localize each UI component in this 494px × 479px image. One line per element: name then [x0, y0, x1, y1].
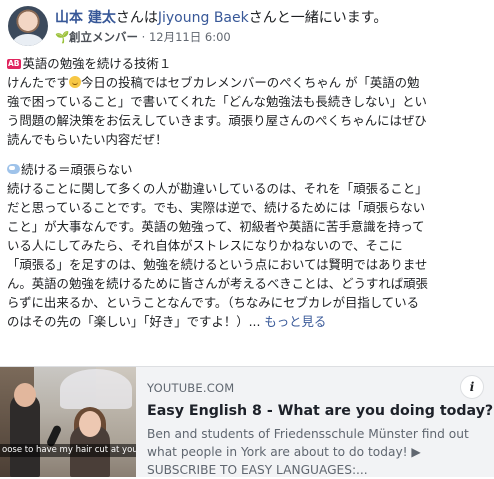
post-meta: 🌱創立メンバー · 12月11日 6:00	[55, 30, 231, 44]
umbrella-shape	[60, 369, 132, 409]
post-line-text: 「頑張る」を足すのは、勉強を続けるという点においては賢明ではありませ	[7, 257, 428, 272]
tagged-user-link[interactable]: Jiyoung Baek	[158, 10, 249, 26]
post-line-text: こと」が大事なんです。英語の勉強って、初級者や英語に苦手意識を持って	[7, 219, 425, 234]
post-line: 「頑張る」を足すのは、勉強を続けるという点においては賢明ではありませ	[7, 255, 489, 274]
post-line: 続けることに関して多くの人が勘違いしているのは、それを「頑張ること」	[7, 179, 489, 198]
smiling-face-icon	[68, 76, 81, 88]
post-line: う問題の解決策をお伝えしていきます。頑張り屋さんのぺくちゃんにはぜひ	[7, 111, 489, 130]
speech-bubble-icon	[7, 164, 20, 174]
post-line: AB 英語の勉強を続ける技術１	[7, 54, 489, 73]
post-line: こと」が大事なんです。英語の勉強って、初級者や英語に苦手意識を持って	[7, 217, 489, 236]
preview-desc-line: SUBSCRIBE TO EASY LANGUAGES:...	[147, 463, 368, 477]
post-line-text: 続けることに関して多くの人が勘違いしているのは、それを「頑張ること」	[7, 181, 428, 196]
post-line: のはその先の「楽しい」「好き」ですよ！）... もっと見る	[7, 312, 489, 331]
post-line: けんたです 今日の投稿ではセブカレメンバーのぺくちゃん が「英語の勉	[7, 73, 489, 92]
post-line-text: う問題の解決策をお伝えしていきます。頑張り屋さんのぺくちゃんにはぜひ	[7, 113, 427, 128]
link-preview-card[interactable]: oose to have my hair cut at your place a…	[0, 366, 494, 477]
post-line: 読んでもらいたい内容だぜ！	[7, 130, 489, 149]
see-more-link[interactable]: もっと見る	[264, 314, 326, 329]
post-line: 強で困っていること」で書いてくれた「どんな勉強法も長続きしない」とい	[7, 92, 489, 111]
member-badge: 創立メンバー	[69, 30, 138, 44]
post-line-text: のはその先の「楽しい」「好き」ですよ！）...	[7, 314, 265, 329]
post-line: だと思っていることです。でも、実際は逆で、続けるためには「頑張らない	[7, 198, 489, 217]
video-thumbnail[interactable]: oose to have my hair cut at your place a…	[0, 367, 136, 477]
post-line: ん。英語の勉強を続けるために皆さんが考えるべきことは、どうすれば頑張	[7, 274, 489, 293]
post-line: 続ける＝頑張らない	[7, 160, 489, 179]
with-suffix-text: さんと一緒にいます。	[248, 10, 388, 26]
meta-separator: ·	[138, 30, 149, 44]
preview-domain: YOUTUBE.COM	[147, 381, 235, 395]
post-heading: 英語の勉強を続ける技術１	[22, 56, 172, 71]
post-line: いる人にしてみたら、それ自体がストレスになりかねないので、そこに	[7, 236, 489, 255]
facebook-post: 山本 建太さんはJiyoung Baekさんと一緒にいます。 🌱創立メンバー ·…	[0, 0, 494, 477]
preview-title[interactable]: Easy English 8 - What are you doing toda…	[147, 403, 493, 419]
section-heading: 続ける＝頑張らない	[21, 162, 133, 177]
post-timestamp-link[interactable]: 12月11日 6:00	[149, 30, 231, 44]
sprout-icon: 🌱	[55, 30, 70, 44]
post-line-text: ん。英語の勉強を続けるために皆さんが考えるべきことは、どうすれば頑張	[7, 276, 428, 291]
with-text: さんは	[115, 10, 158, 26]
author-name-link[interactable]: 山本 建太	[55, 10, 116, 26]
preview-description: Ben and students of Friedensschule Münst…	[147, 425, 487, 479]
post-line-text: 読んでもらいたい内容だぜ！	[7, 132, 168, 147]
post-line-text: けんたです	[7, 75, 69, 90]
info-icon[interactable]: i	[460, 375, 484, 399]
post-line-text: だと思っていることです。でも、実際は逆で、続けるためには「頑張らない	[7, 200, 426, 215]
post-headline: 山本 建太さんはJiyoung Baekさんと一緒にいます。	[55, 9, 387, 27]
preview-desc-line: Ben and students of Friedensschule Münst…	[147, 427, 469, 441]
post-header: 山本 建太さんはJiyoung Baekさんと一緒にいます。 🌱創立メンバー ·…	[0, 0, 494, 50]
thumbnail-subtitle: oose to have my hair cut at your place a…	[0, 444, 136, 457]
post-line: らずに出来るか、ということなんです。（ちなみにセブカレが目指している	[7, 293, 489, 312]
post-line-text: いる人にしてみたら、それ自体がストレスになりかねないので、そこに	[7, 238, 403, 253]
ab-icon: AB	[7, 59, 21, 69]
preview-desc-line: what people in York are about to do toda…	[147, 445, 421, 459]
post-line-text: 今日の投稿ではセブカレメンバーのぺくちゃん が「英語の勉	[80, 75, 420, 90]
post-text: AB 英語の勉強を続ける技術１ けんたです 今日の投稿ではセブカレメンバーのぺくちゃ…	[7, 54, 489, 331]
post-line-text: らずに出来るか、ということなんです。（ちなみにセブカレが目指している	[7, 295, 419, 310]
post-line-text: 強で困っていること」で書いてくれた「どんな勉強法も長続きしない」とい	[7, 94, 427, 109]
author-avatar[interactable]	[8, 6, 48, 46]
